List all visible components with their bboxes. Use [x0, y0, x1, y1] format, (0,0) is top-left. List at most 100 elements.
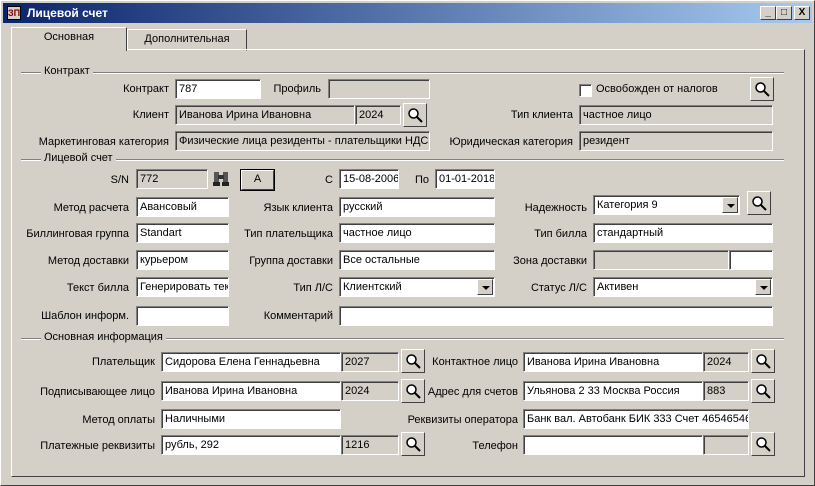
tab-additional[interactable]: Дополнительная: [127, 29, 247, 51]
signer-search-button[interactable]: [401, 379, 425, 403]
search-icon: [756, 384, 771, 399]
payer-field[interactable]: Сидорова Елена Геннадьевна: [161, 352, 341, 372]
billing-group-label: Биллинговая группа: [26, 228, 129, 240]
binoculars-button[interactable]: [210, 168, 232, 190]
payment-details-code-field[interactable]: 1216: [341, 435, 399, 455]
comment-field[interactable]: [339, 306, 773, 326]
group-divider: [21, 159, 784, 161]
ls-status-value: Активен: [597, 281, 639, 293]
search-icon: [755, 82, 770, 97]
phone-search-button[interactable]: [751, 432, 775, 456]
chevron-down-icon[interactable]: [755, 279, 771, 295]
search-icon: [752, 196, 767, 211]
payment-method-field[interactable]: Наличными: [161, 409, 341, 429]
delivery-method-field[interactable]: курьером: [136, 250, 229, 270]
payment-details-label: Платежные реквизиты: [40, 440, 155, 452]
bill-text-field[interactable]: Генерировать текст: [136, 277, 229, 297]
search-icon: [406, 437, 421, 452]
legal-category-label: Юридическая категория: [449, 136, 573, 148]
phone-field[interactable]: [523, 435, 703, 455]
to-label: По: [414, 174, 429, 186]
profile-field[interactable]: [328, 79, 430, 99]
delivery-group-field[interactable]: Все остальные: [339, 250, 495, 270]
client-field[interactable]: Иванова Ирина Ивановна: [175, 105, 355, 125]
delivery-method-label: Метод доставки: [47, 255, 129, 267]
chevron-down-icon[interactable]: [722, 197, 738, 213]
operator-details-label: Реквизиты оператора: [407, 414, 518, 426]
payment-details-field[interactable]: рубль, 292: [161, 435, 341, 455]
template-label: Шаблон информ.: [41, 310, 129, 322]
chevron-down-icon[interactable]: [477, 279, 493, 295]
tax-exempt-label: Освобожден от налогов: [596, 83, 718, 95]
bill-address-search-button[interactable]: [751, 379, 775, 403]
payer-search-button[interactable]: [401, 349, 425, 373]
contact-field[interactable]: Иванова Ирина Ивановна: [523, 352, 703, 372]
payer-label: Плательщик: [91, 356, 155, 368]
sn-field[interactable]: 772: [136, 169, 208, 189]
delivery-zone-field[interactable]: [593, 250, 729, 270]
billing-group-field[interactable]: Standart: [136, 223, 229, 243]
to-date-field[interactable]: 01-01-2018: [435, 169, 495, 189]
group-contract-title: Контракт: [41, 65, 93, 77]
contract-field[interactable]: 787: [175, 79, 261, 99]
sn-label: S/N: [110, 174, 129, 186]
group-divider: [21, 72, 784, 74]
ls-type-value: Клиентский: [343, 281, 402, 293]
ls-type-label: Тип Л/С: [293, 282, 333, 294]
window-title: Лицевой счет: [27, 6, 108, 20]
a-button[interactable]: A: [240, 169, 275, 191]
reliability-select[interactable]: Категория 9: [593, 195, 740, 215]
client-search-button[interactable]: [403, 103, 427, 127]
calc-method-label: Метод расчета: [53, 202, 129, 214]
tab-main[interactable]: Основная: [11, 27, 127, 51]
tax-exempt-checkbox[interactable]: [579, 84, 592, 97]
bill-address-code-field[interactable]: 883: [703, 381, 749, 401]
from-date-field[interactable]: 15-08-2006: [339, 169, 399, 189]
payment-method-label: Метод оплаты: [82, 414, 155, 426]
search-icon: [408, 108, 423, 123]
comment-label: Комментарий: [263, 310, 333, 322]
client-language-field[interactable]: русский: [339, 197, 495, 217]
title-bar[interactable]: ЗП Лицевой счет _ □ X: [3, 3, 812, 23]
minimize-button[interactable]: _: [760, 6, 776, 20]
signer-field[interactable]: Иванова Ирина Ивановна: [161, 381, 341, 401]
ls-type-select[interactable]: Клиентский: [339, 277, 495, 297]
client-type-label: Тип клиента: [510, 109, 573, 121]
calc-method-field[interactable]: Авансовый: [136, 197, 229, 217]
contact-code-field[interactable]: 2024: [703, 352, 749, 372]
search-button[interactable]: [750, 77, 774, 101]
signer-code-field[interactable]: 2024: [341, 381, 399, 401]
contract-label: Контракт: [123, 83, 169, 95]
reliability-label: Надежность: [524, 202, 587, 214]
client-code-field[interactable]: 2024: [355, 105, 401, 125]
close-button[interactable]: X: [794, 6, 810, 20]
bill-type-field[interactable]: стандартный: [593, 223, 773, 243]
maximize-button[interactable]: □: [776, 6, 792, 20]
legal-category-field[interactable]: резидент: [579, 131, 773, 151]
phone-code-field[interactable]: [703, 435, 749, 455]
ls-status-select[interactable]: Активен: [593, 277, 773, 297]
reliability-search-button[interactable]: [747, 191, 771, 215]
contact-search-button[interactable]: [751, 349, 775, 373]
template-field[interactable]: [136, 306, 229, 326]
delivery-zone-label: Зона доставки: [513, 255, 587, 267]
payment-details-search-button[interactable]: [401, 432, 425, 456]
client-type-field[interactable]: частное лицо: [579, 105, 773, 125]
bill-type-label: Тип билла: [534, 228, 587, 240]
payer-type-label: Тип плательщика: [244, 228, 333, 240]
marketing-field[interactable]: Физические лица резиденты - плательщики …: [175, 131, 430, 151]
bill-text-label: Текст билла: [66, 282, 129, 294]
payer-type-field[interactable]: частное лицо: [339, 223, 495, 243]
bill-address-field[interactable]: Ульянова 2 33 Москва Россия: [523, 381, 703, 401]
search-icon: [756, 437, 771, 452]
search-icon: [406, 354, 421, 369]
client-label: Клиент: [132, 109, 169, 121]
app-icon: ЗП: [7, 6, 21, 20]
window: ЗП Лицевой счет _ □ X Основная Дополните…: [0, 0, 815, 486]
operator-details-field[interactable]: Банк вал. Автобанк БИК 333 Счет 46546546: [523, 409, 749, 429]
payer-code-field[interactable]: 2027: [341, 352, 399, 372]
binoculars-icon: [213, 172, 229, 186]
search-icon: [756, 354, 771, 369]
phone-label: Телефон: [472, 440, 518, 452]
delivery-zone-code-field[interactable]: [729, 250, 773, 270]
